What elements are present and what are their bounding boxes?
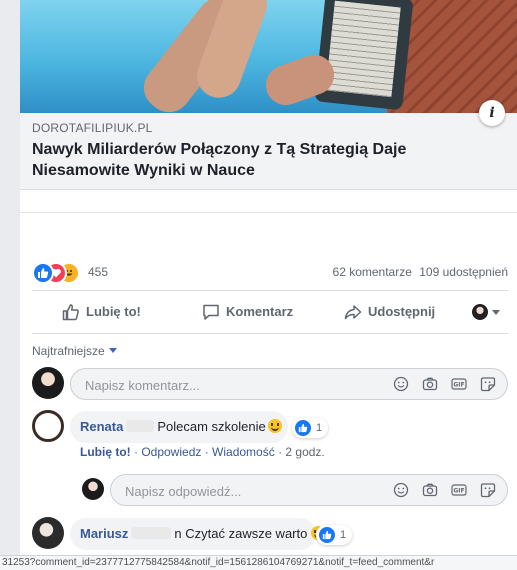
redacted-name [131,527,172,539]
avatar[interactable] [82,478,104,500]
svg-text:GIF: GIF [453,488,464,495]
sort-label: Najtrafniejsze [32,344,105,358]
share-label: Udostępnij [368,304,436,319]
reaction-count[interactable]: 455 [88,265,108,279]
thumbs-up-icon [62,304,79,321]
link-domain: DOROTAFILIPIUK.PL [32,121,153,135]
comment-message-link[interactable]: Wiadomość [212,445,275,459]
smile-emoji-icon [267,419,282,433]
comment-input[interactable] [83,369,347,401]
like-reaction-icon [319,527,335,543]
avatar[interactable] [32,367,64,399]
emoji-icon[interactable] [393,376,409,392]
like-label: Lubię to! [86,304,141,319]
comment-text: n Czytać zawsze warto [174,526,308,541]
avatar[interactable] [32,410,64,442]
comment-actions: Lubię to! · Odpowiedz · Wiadomość · 2 go… [80,445,325,459]
like-button[interactable]: Lubię to! [62,291,172,333]
comment-bubble-icon [203,304,219,320]
redacted-name [126,420,155,432]
share-arrow-icon [344,305,362,320]
comment-like-link[interactable]: Lubię to! [80,445,131,459]
post-action-bar: Lubię to! Komentarz Udostępnij [32,290,508,334]
link-preview-box[interactable]: DOROTAFILIPIUK.PL Nawyk Miliarderów Połą… [20,113,517,190]
gif-icon[interactable]: GIF [451,376,467,392]
comment-like-count: 1 [316,422,323,434]
link-title[interactable]: Nawyk Miliarderów Połączony z Tą Strateg… [32,139,492,181]
comment-author[interactable]: Renata [80,419,123,434]
emoji-icon[interactable] [393,482,409,498]
composer-icons: GIF [393,482,497,498]
camera-icon[interactable] [422,482,438,498]
camera-icon[interactable] [422,376,438,392]
chevron-down-icon [492,310,500,315]
post-as-selector[interactable] [472,291,508,333]
browser-status-url: 31253?comment_id=2377712775842584&notif_… [0,555,517,570]
chevron-down-icon [108,348,117,353]
like-reaction-icon [32,262,54,284]
info-icon[interactable]: i [479,100,505,126]
comment-button[interactable]: Komentarz [202,291,322,333]
ereader-image [314,0,414,111]
link-preview-image[interactable] [20,0,517,113]
comment-timestamp[interactable]: 2 godz. [285,445,324,459]
comment-bubble: Mariusz n Czytać zawsze warto [70,518,325,550]
share-button[interactable]: Udostępnij [344,291,464,333]
avatar[interactable] [32,517,64,549]
sticker-icon[interactable] [480,482,496,498]
divider [20,212,517,213]
comment-text: Polecam szkolenie [157,419,266,434]
svg-text:GIF: GIF [453,382,464,389]
avatar [472,304,488,320]
sticker-icon[interactable] [480,376,496,392]
comment-reply-link[interactable]: Odpowiedz [141,445,201,459]
comment-sort-dropdown[interactable]: Najtrafniejsze [32,344,117,358]
comment-like-badge[interactable]: 1 [292,418,329,438]
reaction-summary: 455 62 komentarze 109 udostępnień [32,262,508,284]
comment-like-badge[interactable]: 1 [316,525,353,545]
reply-input[interactable] [123,475,357,507]
like-reaction-icon [295,420,311,436]
reply-composer: GIF [110,474,508,507]
comment-author[interactable]: Mariusz [80,526,128,541]
gif-icon[interactable]: GIF [451,482,467,498]
comment-composer: GIF [70,368,508,401]
comment-bubble: Renata Polecam szkolenie [70,411,288,443]
shares-count-link[interactable]: 109 udostępnień [419,265,508,279]
comment-like-count: 1 [340,529,347,541]
post-card: DOROTAFILIPIUK.PL Nawyk Miliarderów Połą… [20,0,517,569]
composer-icons: GIF [393,376,497,392]
engagement-counts: 62 komentarze 109 udostępnień [329,265,508,279]
comments-count-link[interactable]: 62 komentarze [333,265,412,279]
comment-label: Komentarz [226,304,294,319]
